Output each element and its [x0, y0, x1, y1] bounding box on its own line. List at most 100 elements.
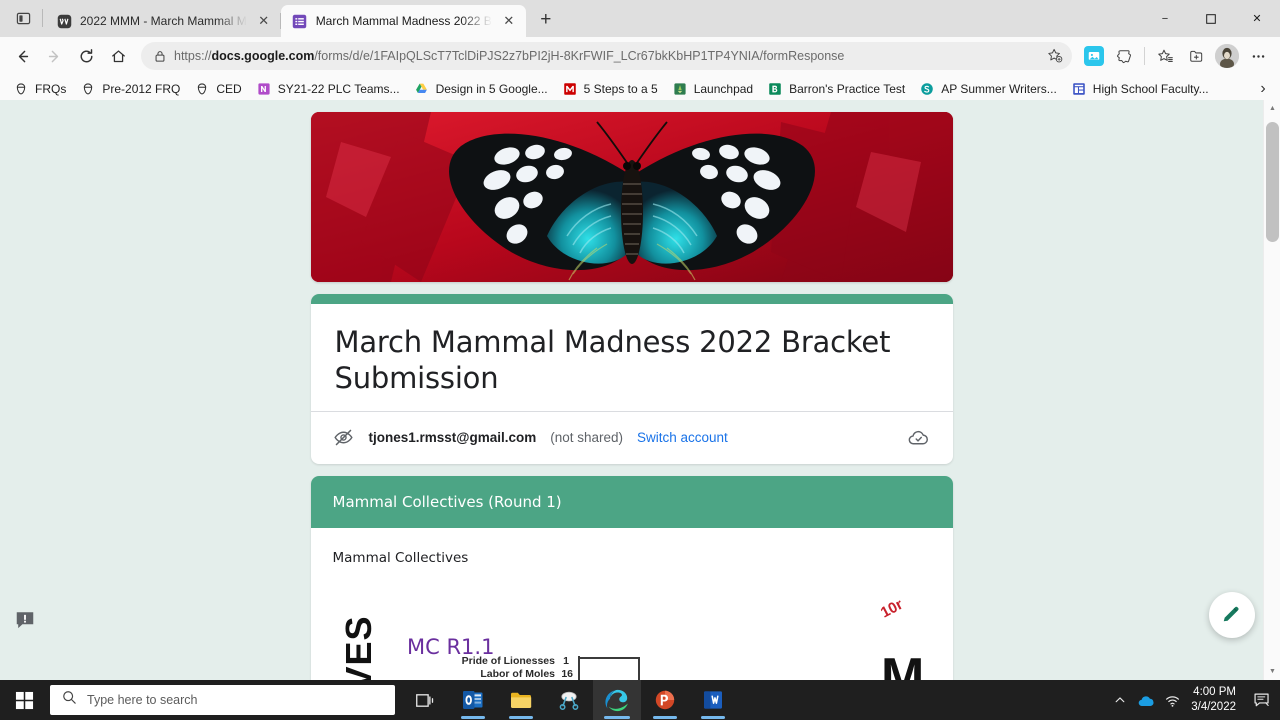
switch-account-link[interactable]: Switch account	[637, 430, 728, 445]
collections-icon[interactable]	[1109, 41, 1139, 71]
microsoft-edge-icon[interactable]	[593, 680, 641, 720]
address-bar-url: https://docs.google.com/forms/d/e/1FAIpQ…	[174, 49, 845, 63]
browser-tab-1[interactable]: 2022 MMM - March Mammal M ✕	[45, 5, 281, 37]
page-scroll-area: March Mammal Madness 2022 Bracket Submis…	[0, 100, 1263, 680]
bookmark-ced[interactable]: CED	[187, 78, 248, 100]
bookmark-high-school-faculty[interactable]: High School Faculty...	[1064, 78, 1216, 100]
system-tray: 4:00 PM 3/4/2022	[1107, 680, 1280, 720]
add-favorite-icon[interactable]	[1044, 45, 1066, 67]
svg-text:Labor of Moles: Labor of Moles	[480, 668, 555, 680]
acorn-icon	[13, 81, 29, 97]
browser-toolbar: https://docs.google.com/forms/d/e/1FAIpQ…	[0, 37, 1280, 75]
acorn-icon	[194, 81, 210, 97]
snipping-tool-icon[interactable]	[545, 680, 593, 720]
eye-off-icon	[333, 427, 355, 449]
window-controls: − ✕	[1142, 0, 1280, 37]
google-forms-icon	[292, 13, 308, 29]
bookmark-label: FRQs	[35, 81, 67, 96]
wifi-icon[interactable]	[1159, 680, 1185, 720]
close-window-button[interactable]: ✕	[1234, 0, 1280, 37]
tab-strip: 2022 MMM - March Mammal M ✕ March Mammal…	[0, 0, 1280, 37]
windows-taskbar: Type here to search 4:00 PM 3/4/2022	[0, 680, 1280, 720]
bookmark-design-in-5-google[interactable]: Design in 5 Google...	[407, 78, 555, 100]
form-title-block: March Mammal Madness 2022 Bracket Submis…	[311, 304, 953, 411]
acorn-icon	[80, 81, 96, 97]
bookmark-frqs[interactable]: FRQs	[6, 78, 73, 100]
favorites-icon[interactable]	[1150, 41, 1180, 71]
forward-arrow-icon[interactable]	[39, 41, 69, 71]
outlook-icon[interactable]	[449, 680, 497, 720]
google-drive-icon	[414, 81, 430, 97]
toolbar-right-group	[1080, 41, 1273, 71]
bookmark-label: Barron's Practice Test	[789, 81, 906, 96]
word-icon[interactable]	[689, 680, 737, 720]
bookmark-label: 5 Steps to a 5	[583, 81, 658, 96]
mcgraw-hill-icon	[562, 81, 578, 97]
svg-text:M: M	[881, 648, 924, 681]
bookmark-pre-2012-frq[interactable]: Pre-2012 FRQ	[73, 78, 187, 100]
svg-text:Pride of Lionesses: Pride of Lionesses	[461, 655, 555, 667]
bookmark-label: Pre-2012 FRQ	[102, 81, 181, 96]
page-title: March Mammal Madness 2022 Bracket Submis…	[334, 325, 891, 396]
profile-avatar[interactable]	[1215, 44, 1239, 68]
taskbar-app-buttons	[401, 680, 737, 720]
taskbar-time: 4:00 PM	[1193, 685, 1236, 698]
bookmark-ap-summer-writers[interactable]: AP Summer Writers...	[912, 78, 1064, 100]
reload-arrow-icon[interactable]	[71, 41, 101, 71]
browser-tab-2[interactable]: March Mammal Madness 2022 B ✕	[280, 5, 526, 37]
svg-text:16: 16	[561, 668, 573, 680]
bookmark-launchpad[interactable]: Launchpad	[665, 78, 760, 100]
powerpoint-icon[interactable]	[641, 680, 689, 720]
page-scrollbar[interactable]: ▲ ▼	[1263, 100, 1280, 680]
form-title-card: March Mammal Madness 2022 Bracket Submis…	[310, 294, 953, 464]
tab-strip-divider	[42, 9, 43, 27]
form-accent-bar	[310, 294, 953, 304]
section-body: Mammal Collectives TIVES MC R1.1 MC R1.2…	[311, 528, 953, 681]
bookmark-barrons-practice-test[interactable]: Barron's Practice Test	[760, 78, 912, 100]
browser-tab-1-close-icon[interactable]: ✕	[255, 12, 273, 30]
cloud-saved-icon	[907, 426, 931, 450]
notifications-icon[interactable]	[1246, 680, 1278, 720]
address-bar[interactable]: https://docs.google.com/forms/d/e/1FAIpQ…	[141, 42, 1072, 70]
bookmark-label: SY21-22 PLC Teams...	[277, 81, 400, 96]
bookmarks-bar: FRQs Pre-2012 FRQ CED SY21-22 PLC Teams.…	[0, 75, 1280, 103]
taskbar-search-box[interactable]: Type here to search	[50, 685, 395, 715]
new-tab-button[interactable]: +	[532, 6, 560, 34]
tab-search-button[interactable]	[6, 3, 40, 34]
bookmarks-overflow-chevron-icon[interactable]: ›	[1250, 75, 1276, 102]
bookmark-5-steps-to-a-5[interactable]: 5 Steps to a 5	[555, 78, 665, 100]
form-banner-image	[310, 112, 953, 282]
scroll-down-arrow-icon[interactable]: ▼	[1264, 663, 1280, 680]
bookmark-label: AP Summer Writers...	[941, 81, 1057, 96]
scroll-up-arrow-icon[interactable]: ▲	[1264, 100, 1280, 117]
svg-text:TIVES: TIVES	[338, 615, 379, 680]
bookmark-sy21-22-plc-teams[interactable]: SY21-22 PLC Teams...	[249, 78, 407, 100]
back-arrow-icon[interactable]	[7, 41, 37, 71]
add-tab-to-collections-icon[interactable]	[1181, 41, 1211, 71]
bookmark-label: Design in 5 Google...	[435, 81, 548, 96]
windows-start-icon[interactable]	[0, 680, 48, 720]
extension-icon[interactable]	[1084, 46, 1104, 66]
scrollbar-thumb[interactable]	[1266, 122, 1279, 242]
browser-tab-2-title: March Mammal Madness 2022 B	[315, 14, 492, 28]
settings-more-icon[interactable]	[1243, 41, 1273, 71]
launchpad-icon	[672, 81, 688, 97]
browser-window: 2022 MMM - March Mammal M ✕ March Mammal…	[0, 0, 1280, 720]
home-icon[interactable]	[103, 41, 133, 71]
task-view-icon[interactable]	[401, 680, 449, 720]
barrons-b-icon	[767, 81, 783, 97]
feedback-icon[interactable]	[13, 608, 37, 632]
taskbar-clock[interactable]: 4:00 PM 3/4/2022	[1185, 680, 1246, 720]
onedrive-icon[interactable]	[1133, 680, 1159, 720]
maximize-button[interactable]	[1188, 0, 1234, 37]
section-header: Mammal Collectives (Round 1)	[310, 475, 953, 528]
bookmark-label: CED	[216, 81, 242, 96]
search-icon	[62, 690, 77, 710]
minimize-button[interactable]: −	[1142, 0, 1188, 37]
file-explorer-icon[interactable]	[497, 680, 545, 720]
edit-form-fab-button[interactable]	[1209, 592, 1255, 638]
svg-text:1: 1	[563, 655, 569, 667]
bookmark-label: High School Faculty...	[1092, 81, 1209, 96]
browser-tab-2-close-icon[interactable]: ✕	[500, 12, 518, 30]
show-hidden-icons-chevron[interactable]	[1107, 680, 1133, 720]
